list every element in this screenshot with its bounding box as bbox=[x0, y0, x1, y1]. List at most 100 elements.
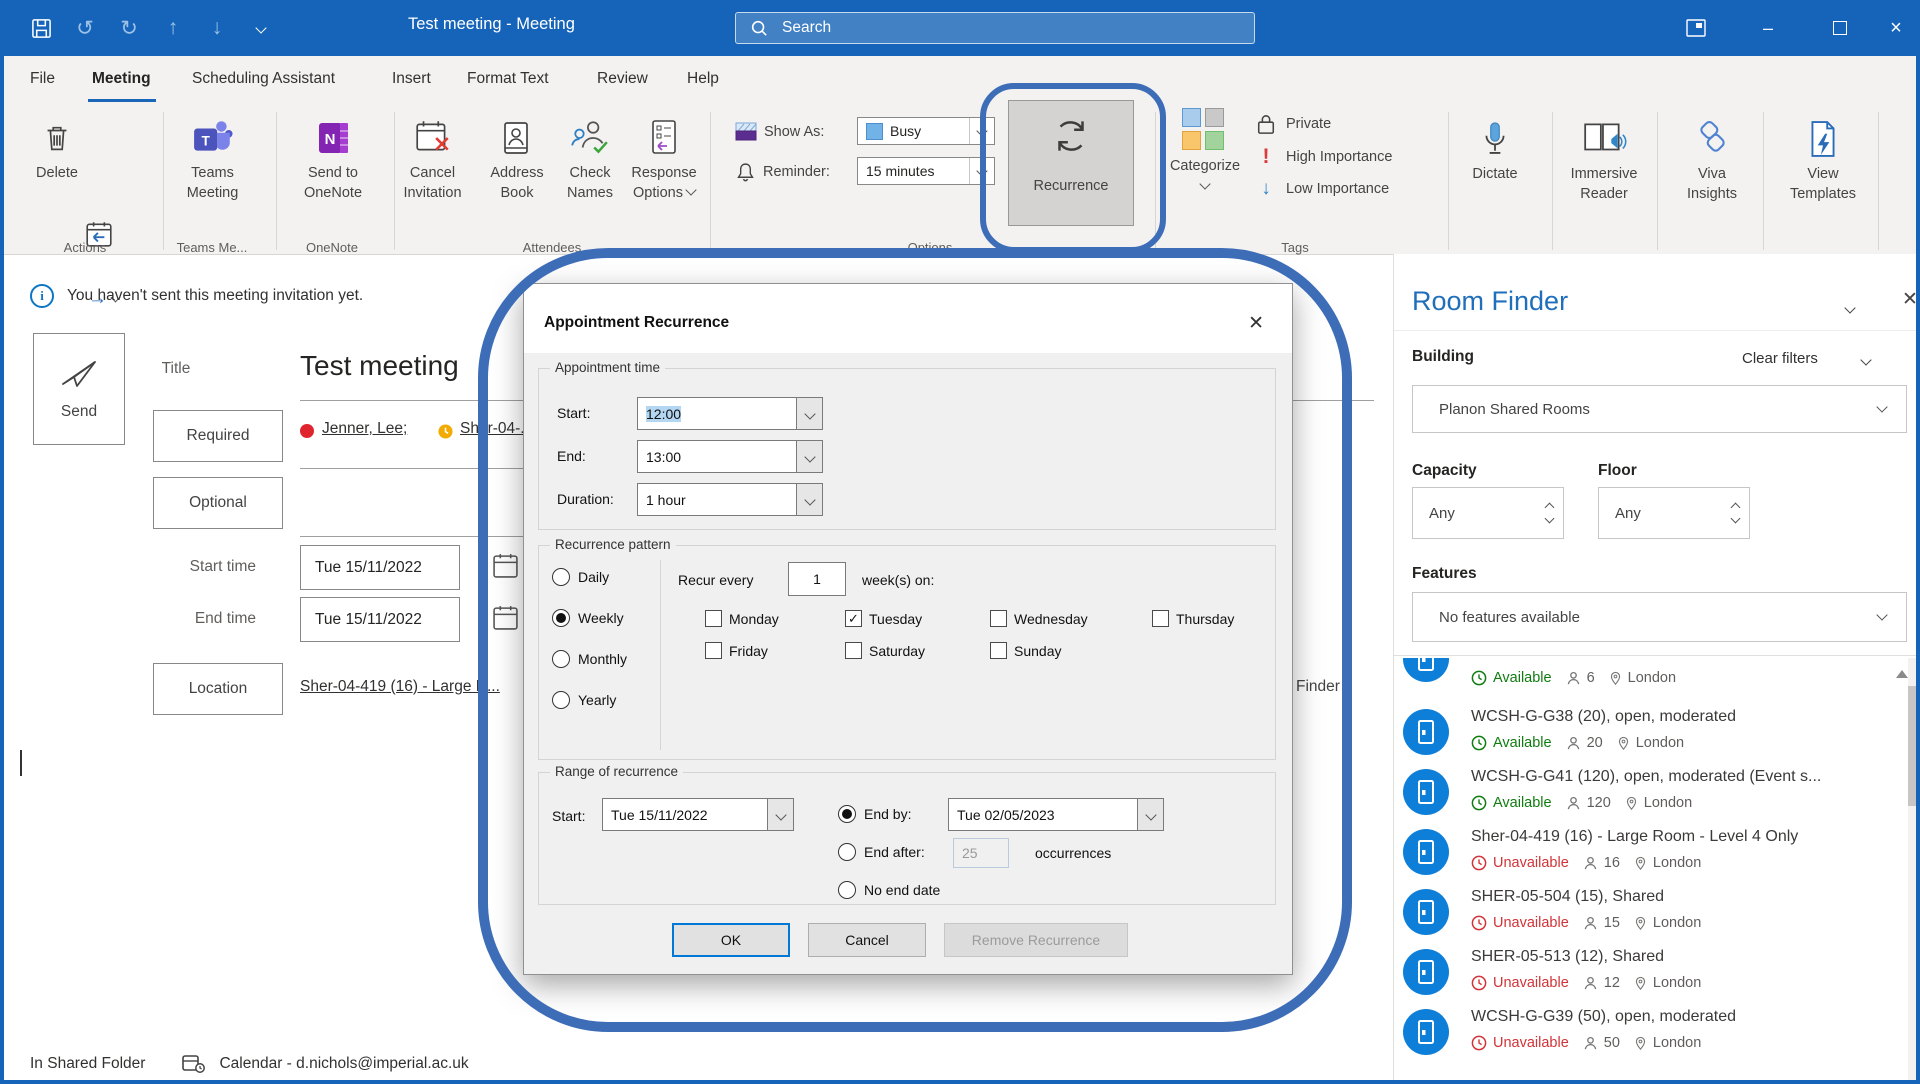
room-list-item[interactable]: WCSH-G-G38 (20), open, moderated Availab… bbox=[1395, 702, 1900, 762]
meeting-title-value[interactable]: Test meeting bbox=[300, 350, 459, 382]
categorize-button[interactable]: Categorize bbox=[1160, 108, 1250, 196]
low-importance-button[interactable]: ↓ Low Importance bbox=[1256, 178, 1389, 200]
cancel-button[interactable]: Cancel bbox=[808, 923, 926, 957]
duration-dropdown[interactable] bbox=[797, 483, 823, 516]
room-list-item[interactable]: WCSH-G-G39 (50), open, moderated Unavail… bbox=[1395, 1002, 1900, 1062]
day-checkbox-sunday[interactable]: Sunday bbox=[990, 642, 1152, 659]
end-time-input[interactable]: 13:00 bbox=[637, 440, 797, 473]
panel-close-icon[interactable]: ✕ bbox=[1902, 288, 1918, 311]
building-dropdown[interactable]: Planon Shared Rooms bbox=[1412, 385, 1907, 433]
tab-meeting[interactable]: Meeting bbox=[92, 70, 151, 88]
panel-collapse-icon[interactable] bbox=[1846, 302, 1854, 320]
day-checkbox-saturday[interactable]: Saturday bbox=[845, 642, 990, 659]
delete-button[interactable]: Delete bbox=[22, 107, 92, 183]
location-link[interactable]: Sher-04-419 (16) - Large R... bbox=[300, 678, 500, 696]
show-as-dropdown[interactable]: Busy bbox=[857, 117, 995, 145]
duration-input[interactable]: 1 hour bbox=[637, 483, 797, 516]
customize-qat-icon[interactable] bbox=[248, 15, 274, 41]
start-time-dropdown[interactable] bbox=[797, 397, 823, 430]
scrollbar-thumb[interactable] bbox=[1908, 686, 1916, 806]
undo-icon[interactable]: ↺ bbox=[72, 15, 98, 41]
tab-scheduling-assistant[interactable]: Scheduling Assistant bbox=[192, 70, 335, 88]
room-status-row: Unavailable 50 London bbox=[1471, 1035, 1701, 1051]
optional-button[interactable]: Optional bbox=[153, 477, 283, 529]
floor-stepper[interactable]: Any bbox=[1598, 487, 1750, 539]
day-checkbox-monday[interactable]: Monday bbox=[705, 610, 845, 627]
room-finder-toggle-partial[interactable]: Finder bbox=[1296, 678, 1340, 696]
start-date-input[interactable]: Tue 15/11/2022 bbox=[300, 545, 460, 590]
radio-no-end-date[interactable]: No end date bbox=[838, 881, 940, 899]
day-checkbox-friday[interactable]: Friday bbox=[705, 642, 845, 659]
required-attendee-link[interactable]: Jenner, Lee; bbox=[322, 420, 407, 438]
radio-monthly[interactable]: Monthly bbox=[552, 650, 627, 668]
end-by-input[interactable]: Tue 02/05/2023 bbox=[948, 798, 1138, 831]
remove-recurrence-button[interactable]: Remove Recurrence bbox=[944, 923, 1128, 957]
search-input[interactable]: Search bbox=[735, 12, 1255, 44]
range-start-dropdown[interactable] bbox=[768, 798, 794, 831]
stepper-arrows[interactable] bbox=[1546, 504, 1553, 522]
private-button[interactable]: Private bbox=[1256, 112, 1331, 136]
radio-end-by[interactable]: End by: bbox=[838, 805, 911, 823]
immersive-reader-button[interactable]: Immersive Reader bbox=[1555, 108, 1653, 204]
radio-daily[interactable]: Daily bbox=[552, 568, 609, 586]
radio-end-after[interactable]: End after: bbox=[838, 843, 925, 861]
down-arrow-icon[interactable]: ↓ bbox=[204, 15, 230, 41]
reminder-dropdown[interactable]: 15 minutes bbox=[857, 157, 995, 185]
redo-icon[interactable]: ↻ bbox=[116, 15, 142, 41]
up-arrow-icon[interactable]: ↑ bbox=[160, 15, 186, 41]
end-time-dropdown[interactable] bbox=[797, 440, 823, 473]
scroll-up-arrow[interactable] bbox=[1896, 670, 1908, 678]
start-date-picker-icon[interactable] bbox=[492, 552, 519, 584]
view-templates-button[interactable]: View Templates bbox=[1778, 108, 1868, 204]
location-button[interactable]: Location bbox=[153, 663, 283, 715]
check-names-button[interactable]: Check Names bbox=[554, 107, 626, 203]
ribbon-display-options-icon[interactable] bbox=[1672, 0, 1720, 56]
tab-insert[interactable]: Insert bbox=[392, 70, 431, 88]
send-button[interactable]: Send bbox=[33, 333, 125, 445]
day-checkbox-thursday[interactable]: Thursday bbox=[1152, 610, 1292, 627]
tab-help[interactable]: Help bbox=[687, 70, 719, 88]
tab-format-text[interactable]: Format Text bbox=[467, 70, 549, 88]
day-checkbox-wednesday[interactable]: Wednesday bbox=[990, 610, 1152, 627]
start-time-input[interactable]: 12:00 bbox=[637, 397, 797, 430]
room-list-item[interactable]: WCSH-G-G41 (120), open, moderated (Event… bbox=[1395, 762, 1900, 822]
send-to-onenote-button[interactable]: N Send to OneNote bbox=[292, 107, 374, 203]
end-by-dropdown[interactable] bbox=[1138, 798, 1164, 831]
required-button[interactable]: Required bbox=[153, 410, 283, 462]
cancel-invitation-button[interactable]: Cancel Invitation bbox=[390, 107, 475, 203]
filters-expand-icon[interactable] bbox=[1862, 354, 1870, 372]
day-checkbox-tuesday[interactable]: ✓Tuesday bbox=[845, 610, 990, 627]
high-importance-button[interactable]: ! High Importance bbox=[1256, 145, 1392, 169]
minimize-button[interactable]: – bbox=[1744, 0, 1792, 56]
dialog-close-icon[interactable]: ✕ bbox=[1248, 312, 1264, 335]
end-date-picker-icon[interactable] bbox=[492, 604, 519, 636]
room-list-item[interactable]: SHER-05-513 (12), Shared Unavailable 12 … bbox=[1395, 942, 1900, 1002]
address-book-button[interactable]: Address Book bbox=[478, 107, 556, 203]
teams-meeting-button[interactable]: T Teams Meeting bbox=[165, 107, 260, 203]
maximize-button[interactable] bbox=[1816, 0, 1864, 56]
end-date-input[interactable]: Tue 15/11/2022 bbox=[300, 597, 460, 642]
radio-weekly[interactable]: Weekly bbox=[552, 609, 624, 627]
response-options-button[interactable]: Response Options bbox=[620, 107, 708, 203]
interval-input[interactable]: 1 bbox=[788, 562, 846, 596]
capacity-stepper[interactable]: Any bbox=[1412, 487, 1564, 539]
dictate-button[interactable]: Dictate bbox=[1460, 108, 1530, 184]
room-list-item[interactable]: Available 6 London bbox=[1395, 658, 1900, 702]
range-start-input[interactable]: Tue 15/11/2022 bbox=[602, 798, 768, 831]
tab-review[interactable]: Review bbox=[597, 70, 648, 88]
features-dropdown[interactable]: No features available bbox=[1412, 592, 1907, 642]
viva-insights-button[interactable]: Viva Insights bbox=[1672, 108, 1752, 204]
tab-file[interactable]: File bbox=[30, 70, 55, 88]
occurrences-input[interactable]: 25 bbox=[953, 838, 1009, 868]
clear-filters-link[interactable]: Clear filters bbox=[1742, 350, 1818, 367]
save-icon[interactable] bbox=[28, 15, 54, 41]
svg-text:N: N bbox=[325, 131, 336, 148]
room-list-item[interactable]: Sher-04-419 (16) - Large Room - Level 4 … bbox=[1395, 822, 1900, 882]
recurrence-button[interactable]: Recurrence bbox=[1008, 100, 1134, 226]
radio-yearly[interactable]: Yearly bbox=[552, 691, 616, 709]
close-button[interactable]: × bbox=[1872, 0, 1920, 56]
room-list-item[interactable]: SHER-05-504 (15), Shared Unavailable 15 … bbox=[1395, 882, 1900, 942]
ok-button[interactable]: OK bbox=[672, 923, 790, 957]
weekday-checkboxes: Monday✓TuesdayWednesdayThursday FridaySat… bbox=[705, 610, 1292, 659]
stepper-arrows[interactable] bbox=[1732, 504, 1739, 522]
